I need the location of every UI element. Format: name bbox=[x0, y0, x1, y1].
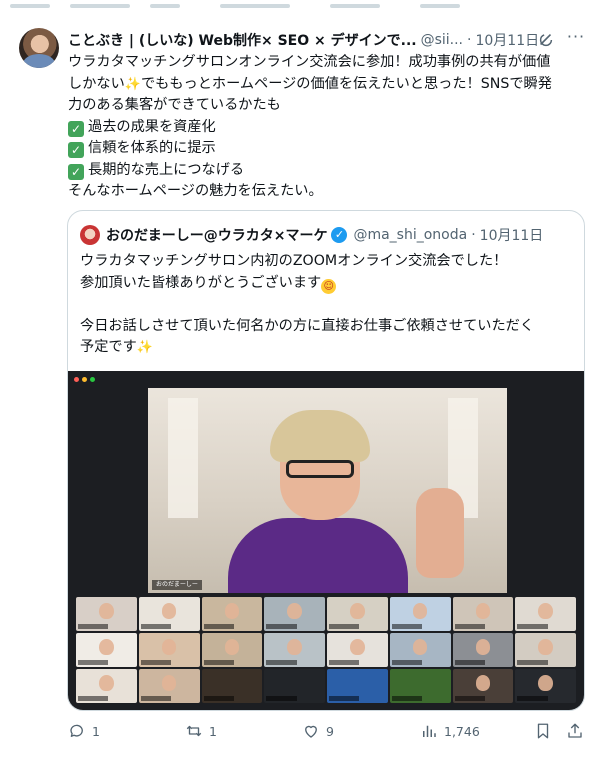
reply-icon bbox=[70, 724, 83, 737]
participant-thumbnail bbox=[515, 633, 576, 667]
participant-thumbnail bbox=[264, 669, 325, 703]
participant-thumbnail bbox=[138, 633, 200, 667]
tweet-text-line: 力のある集客ができているかたも bbox=[68, 97, 281, 113]
participant-thumbnail-grid bbox=[76, 597, 576, 703]
participant-thumbnail bbox=[327, 633, 388, 667]
quoted-tweet-header: おのだまーしー@ウラカタ×マーケ ✓ @ma_shi_onoda · 10月11… bbox=[80, 224, 543, 246]
author-handle[interactable]: @sii... bbox=[421, 32, 463, 48]
views-button[interactable]: 1,746 bbox=[420, 722, 480, 740]
repost-button[interactable]: 1 bbox=[185, 722, 217, 740]
author-display-name[interactable]: ことぶき | (しいな) Web制作× SEO × デザインで... bbox=[68, 30, 417, 50]
quoted-author-avatar[interactable] bbox=[80, 225, 100, 245]
quoted-tweet-time[interactable]: 10月11日 bbox=[480, 225, 544, 245]
quoted-author-handle[interactable]: @ma_shi_onoda bbox=[353, 227, 467, 243]
check-list-item: ✓ 過去の成果を資産化 bbox=[68, 117, 590, 139]
repost-count: 1 bbox=[209, 723, 217, 739]
separator-dot: · bbox=[467, 32, 472, 48]
quoted-text-line bbox=[80, 294, 574, 316]
participant-thumbnail bbox=[264, 597, 325, 631]
previous-post-edge bbox=[0, 0, 601, 20]
heart-icon bbox=[305, 725, 317, 738]
check-mark-icon: ✓ bbox=[68, 120, 84, 137]
separator-dot: · bbox=[471, 227, 476, 243]
participant-thumbnail bbox=[327, 669, 388, 703]
participant-thumbnail bbox=[76, 597, 137, 631]
grok-icon[interactable] bbox=[537, 31, 555, 49]
more-options-icon[interactable]: ··· bbox=[566, 29, 586, 50]
peace-sign-hand bbox=[416, 488, 464, 578]
bookmark-icon bbox=[537, 723, 549, 739]
participant-thumbnail bbox=[515, 669, 576, 703]
sparkle-emoji-icon: ✨ bbox=[124, 76, 141, 92]
main-speaker-video: おのだまーしー bbox=[148, 388, 507, 593]
repost-icon bbox=[186, 725, 202, 737]
quoted-text-line: 予定です✨ bbox=[80, 339, 153, 355]
like-button[interactable]: 9 bbox=[302, 722, 334, 740]
participant-thumbnail bbox=[452, 597, 514, 631]
speaker-name-tag: おのだまーしー bbox=[152, 580, 202, 590]
quoted-text-line: 今日お話しさせて頂いた何名かの方に直接お仕事ご依頼させていただく bbox=[80, 317, 535, 334]
reply-button[interactable]: 1 bbox=[68, 722, 100, 740]
participant-thumbnail bbox=[389, 597, 451, 631]
participant-thumbnail bbox=[389, 669, 451, 703]
participant-thumbnail bbox=[138, 669, 200, 703]
tweet-text-line: ウラカタマッチングサロンオンライン交流会に参加！成功事例の共有が価値 bbox=[68, 54, 551, 70]
participant-thumbnail bbox=[515, 597, 576, 631]
tweet-action-bar: 1 1 9 1,746 bbox=[68, 722, 588, 746]
tweet-text-line: そんなホームページの魅力を伝えたい。 bbox=[68, 183, 323, 199]
window-controls bbox=[74, 377, 95, 382]
bookmark-button[interactable] bbox=[534, 722, 558, 740]
share-button[interactable] bbox=[566, 722, 590, 740]
participant-thumbnail bbox=[389, 633, 451, 667]
participant-thumbnail bbox=[138, 597, 200, 631]
tweet-time[interactable]: 10月11日 bbox=[475, 30, 539, 50]
quoted-tweet-text: ウラカタマッチングサロン内初のZOOMオンライン交流会でした！ 参加頂いた皆様あ… bbox=[80, 251, 574, 359]
participant-thumbnail bbox=[264, 633, 325, 667]
check-mark-icon: ✓ bbox=[68, 142, 84, 158]
verified-badge-icon: ✓ bbox=[331, 227, 348, 243]
smiling-face-emoji-icon: ☺ bbox=[321, 278, 337, 294]
share-icon bbox=[568, 723, 582, 738]
reply-count: 1 bbox=[92, 723, 100, 739]
quoted-tweet[interactable]: おのだまーしー@ウラカタ×マーケ ✓ @ma_shi_onoda · 10月11… bbox=[67, 210, 585, 711]
participant-thumbnail bbox=[201, 633, 263, 667]
participant-thumbnail bbox=[201, 669, 263, 703]
participant-thumbnail bbox=[452, 633, 514, 667]
view-count: 1,746 bbox=[444, 723, 480, 739]
quoted-text-line: ウラカタマッチングサロン内初のZOOMオンライン交流会でした！ bbox=[80, 253, 508, 269]
quoted-author-display-name[interactable]: おのだまーしー@ウラカタ×マーケ bbox=[106, 225, 327, 245]
participant-thumbnail bbox=[76, 633, 137, 667]
author-avatar[interactable] bbox=[19, 28, 59, 68]
participant-thumbnail bbox=[76, 669, 137, 703]
participant-thumbnail bbox=[201, 597, 263, 631]
check-list-item: ✓ 信頼を体系的に提示 bbox=[68, 138, 590, 160]
check-mark-icon: ✓ bbox=[68, 163, 84, 180]
like-count: 9 bbox=[326, 723, 334, 739]
zoom-meeting-screenshot[interactable]: おのだまーしー bbox=[68, 371, 584, 710]
tweet-header: ことぶき | (しいな) Web制作× SEO × デザインで... @sii.… bbox=[68, 29, 588, 50]
speaker-glasses bbox=[286, 460, 354, 478]
speaker-body bbox=[228, 518, 408, 593]
views-chart-icon bbox=[423, 725, 436, 737]
participant-thumbnail bbox=[452, 669, 514, 703]
speaker-hair bbox=[270, 410, 370, 462]
participant-thumbnail bbox=[327, 597, 388, 631]
quoted-text-line: 参加頂いた皆様ありがとうございます ☺ bbox=[80, 273, 574, 295]
check-list-item: ✓ 長期的な売上につなげる bbox=[68, 160, 590, 182]
sparkle-emoji-icon: ✨ bbox=[136, 340, 153, 355]
tweet-text-line: しかない✨でももっとホームページの価値を伝えたいと思った！SNSで瞬発 bbox=[68, 75, 552, 92]
tweet-text: ウラカタマッチングサロンオンライン交流会に参加！成功事例の共有が価値 しかない✨… bbox=[68, 52, 590, 203]
